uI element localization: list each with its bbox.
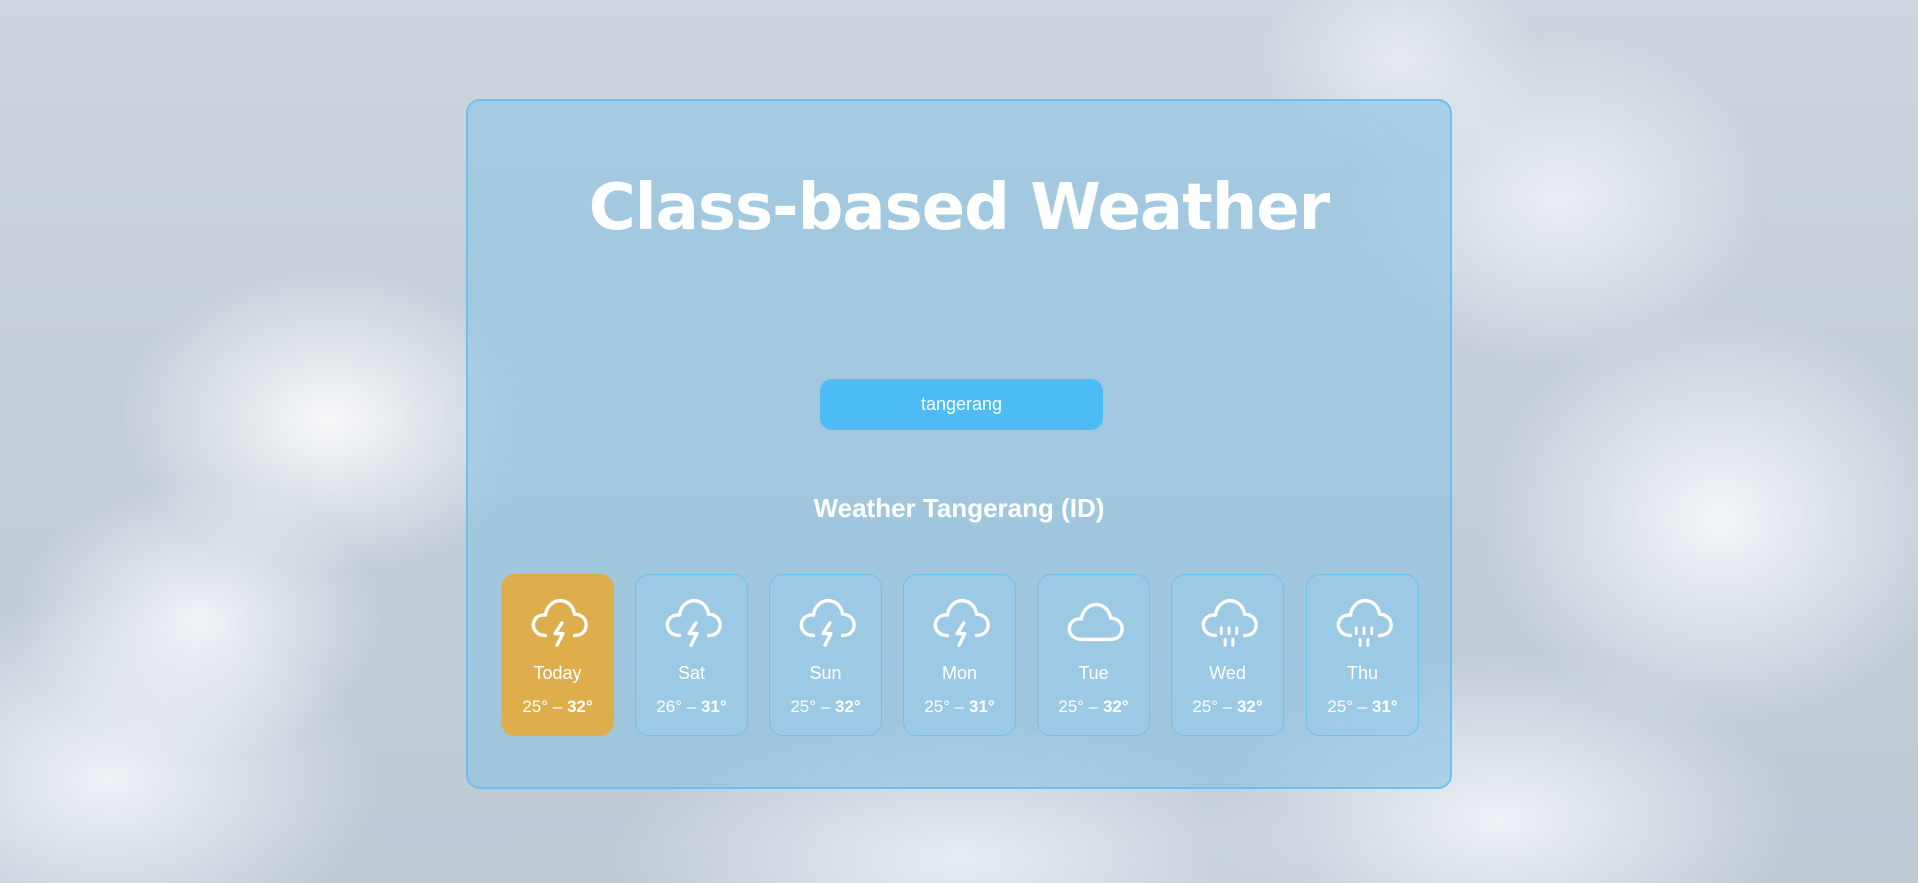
forecast-day-label: Wed — [1209, 663, 1246, 683]
forecast-day-label: Tue — [1078, 663, 1109, 683]
city-search-input[interactable]: tangerang — [820, 379, 1103, 430]
forecast-list: Today 25° – 32° Sat 26° – 31° Sun 25° – … — [501, 574, 1421, 736]
forecast-day-label: Mon — [941, 663, 977, 683]
forecast-day-mon[interactable]: Mon 25° – 31° — [903, 574, 1016, 736]
rain-cloud-icon — [1201, 598, 1258, 647]
forecast-day-today[interactable]: Today 25° – 32° — [501, 574, 614, 736]
forecast-day-label: Sat — [677, 663, 706, 683]
rain-cloud-icon — [1336, 598, 1393, 647]
forecast-day-sun[interactable]: Sun 25° – 32° — [769, 574, 882, 736]
forecast-temp-range: 25° – 32° — [1058, 697, 1129, 716]
forecast-day-label: Thu — [1346, 663, 1379, 683]
forecast-day-thu[interactable]: Thu 25° – 31° — [1306, 574, 1419, 736]
forecast-day-tue[interactable]: Tue 25° – 32° — [1037, 574, 1150, 736]
forecast-temp-range: 25° – 32° — [522, 697, 593, 716]
forecast-day-wed[interactable]: Wed 25° – 32° — [1171, 574, 1284, 736]
forecast-day-label: Today — [533, 663, 582, 683]
thunderstorm-icon — [933, 598, 990, 647]
forecast-temp-range: 25° – 32° — [1192, 697, 1263, 716]
location-heading: Weather Tangerang (ID) — [813, 493, 1105, 523]
forecast-temp-range: 25° – 32° — [790, 697, 861, 716]
forecast-temp-range: 25° – 31° — [1327, 697, 1398, 716]
app-title: Class-based Weather — [588, 171, 1330, 245]
forecast-day-sat[interactable]: Sat 26° – 31° — [635, 574, 748, 736]
forecast-day-label: Sun — [809, 663, 842, 683]
cloud-icon — [1067, 602, 1124, 642]
thunderstorm-icon — [799, 598, 856, 647]
forecast-temp-range: 25° – 31° — [924, 697, 995, 716]
thunderstorm-icon — [665, 598, 722, 647]
weather-card: Class-based Weather tangerang Weather Ta… — [466, 99, 1452, 789]
forecast-temp-range: 26° – 31° — [656, 697, 727, 716]
thunderstorm-icon — [531, 598, 588, 647]
